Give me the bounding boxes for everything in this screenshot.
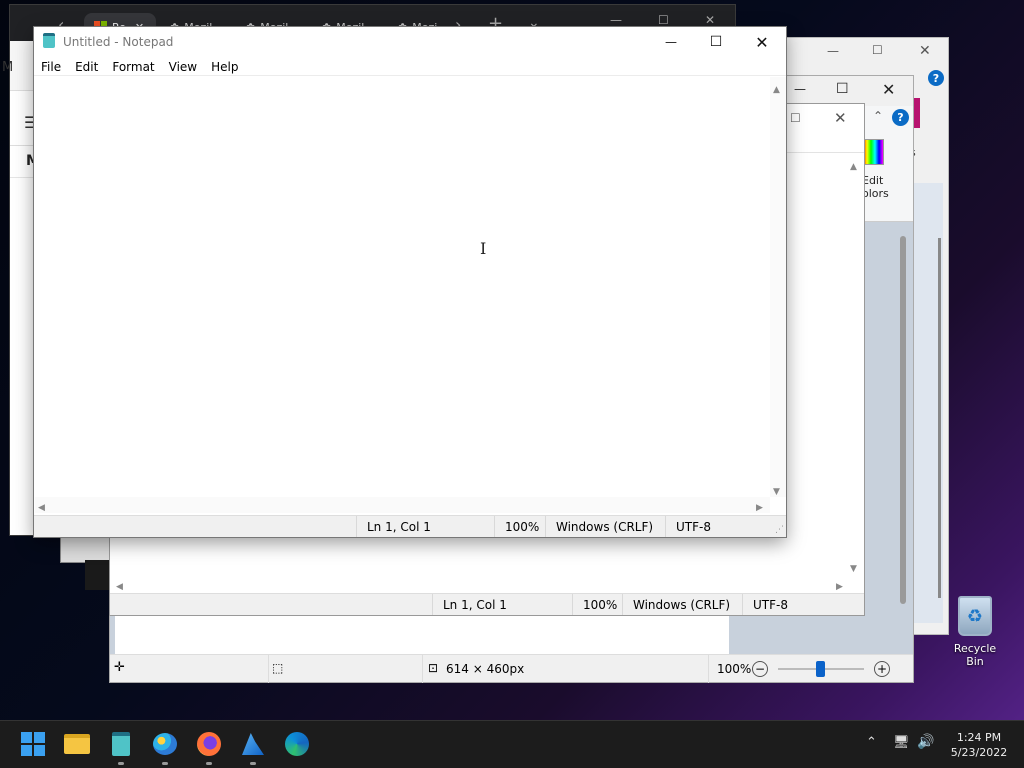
notepad-icon [43, 33, 55, 48]
browser-close-icon[interactable]: ✕ [705, 13, 715, 27]
paint-minimize-icon[interactable]: — [794, 82, 806, 96]
notepad-cursor-position: Ln 1, Col 1 [356, 516, 494, 537]
edit-colors-icon[interactable] [862, 139, 884, 165]
notepad-back-scroll-left-icon[interactable]: ◀ [116, 578, 123, 592]
notepad-statusbar: Ln 1, Col 1 100% Windows (CRLF) UTF-8 ⋰ [34, 515, 786, 537]
clock-date: 5/23/2022 [950, 746, 1008, 759]
notepad-back-close-icon[interactable]: ✕ [834, 109, 847, 127]
image-size-text: 614 × 460px [446, 662, 525, 676]
menu-view[interactable]: View [169, 60, 197, 74]
image-size-icon: ⊡ [428, 661, 439, 675]
recycle-bin-icon: ♻ [958, 596, 992, 636]
paint-back-close-icon[interactable]: ✕ [919, 43, 931, 59]
paint-taskbar-icon[interactable] [150, 729, 180, 765]
notepad-menubar: File Edit Format View Help [41, 60, 252, 74]
start-icon[interactable] [18, 729, 48, 759]
volume-icon[interactable]: 🔊 [917, 734, 934, 750]
notepad-text-area[interactable] [35, 77, 770, 497]
notepad-back-scroll-up-icon[interactable]: ▲ [850, 158, 857, 172]
paint-maximize-icon[interactable]: ☐ [836, 81, 849, 97]
notepad-hscrollbar[interactable] [35, 497, 770, 513]
notepad-scroll-up-icon[interactable]: ▲ [773, 81, 780, 95]
snipping-tool-icon[interactable] [238, 729, 268, 765]
network-icon[interactable]: 🖥 [893, 735, 910, 750]
recycle-bin[interactable]: ♻ Recycle Bin [944, 596, 1006, 668]
notepad-back-encoding: UTF-8 [742, 594, 862, 615]
notepad-line-ending: Windows (CRLF) [545, 516, 665, 537]
edit-colors-button[interactable]: Edit olors [862, 174, 889, 200]
paint-vscroll-thumb[interactable] [900, 236, 906, 604]
notepad-back-statusbar: Ln 1, Col 1 100% Windows (CRLF) UTF-8 [110, 593, 864, 615]
notepad-back-scroll-down-icon[interactable]: ▼ [850, 560, 857, 574]
notepad-scroll-right-icon[interactable]: ▶ [756, 499, 763, 513]
notepad-taskbar-icon[interactable] [106, 729, 136, 765]
notepad-vscrollbar[interactable] [770, 77, 786, 497]
browser-maximize-icon[interactable]: ☐ [658, 13, 669, 27]
notepad-back-cursor-position: Ln 1, Col 1 [432, 594, 572, 615]
notepad-back-maximize-icon[interactable]: ☐ [790, 111, 801, 125]
menu-edit[interactable]: Edit [75, 60, 98, 74]
cursor-position-icon: ✛ [114, 660, 125, 675]
ribbon-collapse-icon[interactable]: ⌃ [873, 109, 883, 123]
paint-close-icon[interactable]: ✕ [882, 80, 895, 99]
paint-back-maximize-icon[interactable]: ☐ [872, 43, 883, 57]
notepad-maximize-icon[interactable]: ☐ [693, 27, 739, 57]
show-hidden-icons-icon[interactable]: ⌃ [866, 735, 877, 750]
notepad-back-zoom: 100% [572, 594, 622, 615]
notepad-title: Untitled - Notepad [63, 35, 174, 49]
menu-format[interactable]: Format [112, 60, 154, 74]
firefox-icon[interactable] [194, 729, 224, 765]
edge-icon[interactable] [282, 729, 312, 759]
paint-back-minimize-icon[interactable]: — [827, 44, 839, 58]
browser-minimize-icon[interactable]: — [610, 13, 622, 27]
zoom-slider-thumb[interactable] [816, 661, 825, 677]
selection-size-icon: ⬚ [272, 661, 284, 675]
menu-file[interactable]: File [41, 60, 61, 74]
notepad-close-icon[interactable]: ✕ [739, 27, 785, 57]
text-cursor-icon: I [480, 239, 487, 258]
file-explorer-icon[interactable] [62, 729, 92, 759]
zoom-in-button[interactable]: + [874, 661, 890, 677]
notepad-zoom: 100% [494, 516, 545, 537]
taskbar: ⌃ 🖥 🔊 1:24 PM 5/23/2022 [0, 720, 1024, 768]
notepad-encoding: UTF-8 [665, 516, 765, 537]
notepad-window: Untitled - Notepad — ☐ ✕ File Edit Forma… [34, 27, 786, 537]
recycle-bin-label: Recycle Bin [953, 642, 997, 668]
paint-statusbar: ✛ ⬚ ⊡ 614 × 460px 100% − + [110, 654, 913, 683]
paint-help-icon[interactable]: ? [892, 109, 909, 126]
notepad-titlebar[interactable]: Untitled - Notepad — ☐ ✕ [34, 27, 786, 57]
clock[interactable]: 1:24 PM 5/23/2022 [944, 730, 1014, 760]
zoom-out-button[interactable]: − [752, 661, 768, 677]
notepad-minimize-icon[interactable]: — [648, 27, 694, 57]
notepad-back-scroll-right-icon[interactable]: ▶ [836, 578, 843, 592]
notepad-scroll-left-icon[interactable]: ◀ [38, 499, 45, 513]
notepad-scroll-down-icon[interactable]: ▼ [773, 483, 780, 497]
paint-zoom-level: 100% [717, 662, 752, 676]
paint-back-help-icon[interactable]: ? [928, 70, 944, 86]
browser-left-letter: M [2, 60, 14, 75]
notepad-back-line-ending: Windows (CRLF) [622, 594, 742, 615]
clock-time: 1:24 PM [956, 731, 1002, 744]
menu-help[interactable]: Help [211, 60, 238, 74]
resize-grip-icon[interactable]: ⋰ [765, 516, 786, 537]
